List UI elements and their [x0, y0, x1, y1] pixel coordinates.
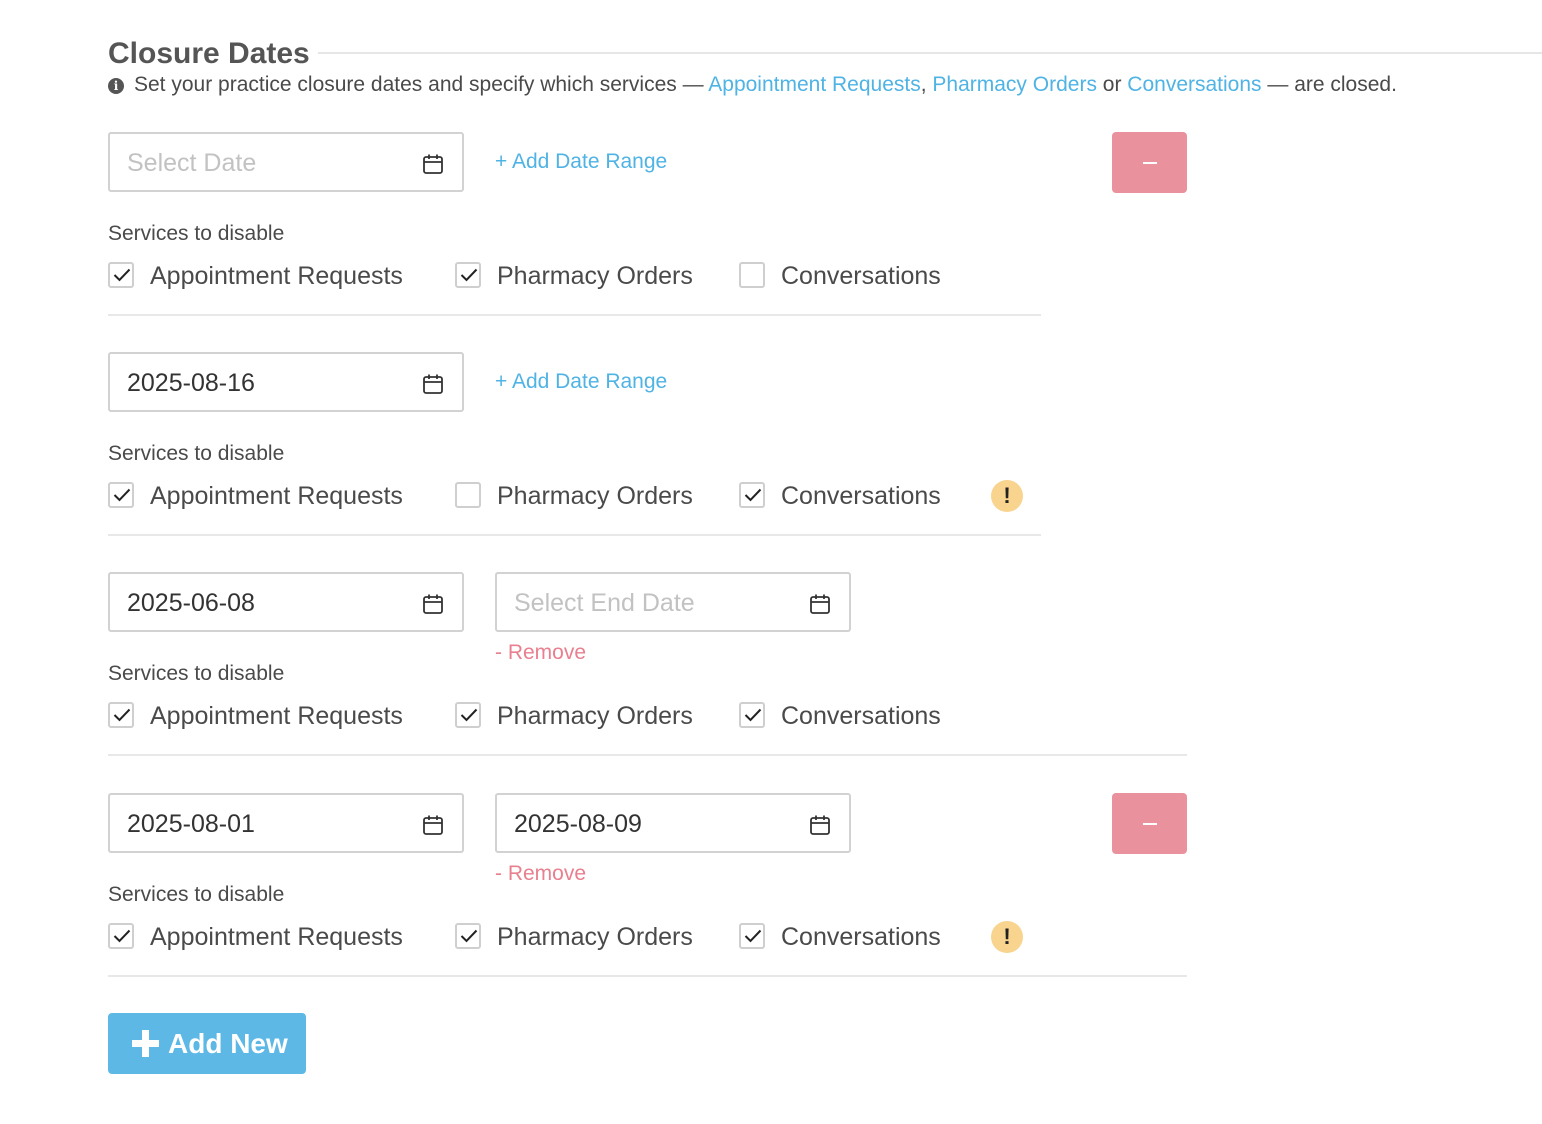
checkbox-pharmacy-orders[interactable]: [455, 702, 481, 728]
section-description: i Set your practice closure dates and spe…: [108, 70, 1397, 100]
remove-end-date-link[interactable]: - Remove: [495, 861, 586, 887]
start-date-input[interactable]: Select Date: [108, 132, 464, 192]
start-date-input[interactable]: 2025-06-08: [108, 572, 464, 632]
minus-icon: [1143, 823, 1157, 825]
checkbox-label-appointment-requests[interactable]: Appointment Requests: [150, 919, 403, 955]
calendar-icon[interactable]: [809, 593, 831, 615]
start-date-input[interactable]: 2025-08-01: [108, 793, 464, 853]
link-pharmacy-orders[interactable]: Pharmacy Orders: [932, 73, 1097, 96]
checkbox-conversations[interactable]: [739, 923, 765, 949]
remove-entry-button[interactable]: [1112, 132, 1187, 193]
warning-icon[interactable]: !: [991, 480, 1023, 512]
start-date-value: 2025-08-01: [127, 810, 255, 838]
checkbox-label-conversations[interactable]: Conversations: [781, 698, 941, 734]
remove-entry-button[interactable]: [1112, 793, 1187, 854]
calendar-icon[interactable]: [809, 814, 831, 836]
entry-divider: [108, 975, 1187, 977]
closure-entry: 2025-08-01 2025-08-09 - Remove Services to …: [108, 793, 1198, 1014]
start-date-placeholder: Select Date: [127, 149, 257, 177]
services-checkbox-row: Appointment Requests Pharmacy Orders Conve…: [108, 258, 1108, 294]
calendar-icon[interactable]: [422, 153, 444, 175]
checkbox-label-pharmacy-orders[interactable]: Pharmacy Orders: [497, 698, 693, 734]
add-date-range-link[interactable]: + Add Date Range: [495, 368, 667, 396]
entry-divider: [108, 534, 1041, 536]
checkbox-label-appointment-requests[interactable]: Appointment Requests: [150, 698, 403, 734]
start-date-value: 2025-06-08: [127, 589, 255, 617]
calendar-icon[interactable]: [422, 814, 444, 836]
section-header: Closure Dates: [108, 34, 1542, 74]
checkbox-label-appointment-requests[interactable]: Appointment Requests: [150, 258, 403, 294]
start-date-value: 2025-08-16: [127, 369, 255, 397]
minus-icon: [1143, 162, 1157, 164]
services-label: Services to disable: [108, 662, 285, 685]
checkbox-label-appointment-requests[interactable]: Appointment Requests: [150, 478, 403, 514]
checkbox-pharmacy-orders[interactable]: [455, 923, 481, 949]
closure-entry: 2025-06-08 Select End Date - Remove Service…: [108, 572, 1198, 793]
services-checkbox-row: Appointment Requests Pharmacy Orders Conve…: [108, 919, 1108, 955]
page-title: Closure Dates: [108, 37, 310, 70]
end-date-input[interactable]: 2025-08-09: [495, 793, 851, 853]
checkbox-label-conversations[interactable]: Conversations: [781, 919, 941, 955]
checkbox-pharmacy-orders[interactable]: [455, 262, 481, 288]
title-divider: [318, 52, 1542, 54]
checkbox-appointment-requests[interactable]: [108, 262, 134, 288]
services-checkbox-row: Appointment Requests Pharmacy Orders Conve…: [108, 698, 1108, 734]
info-icon: i: [108, 78, 124, 94]
link-conversations[interactable]: Conversations: [1127, 73, 1261, 96]
closure-entry: 2025-08-16 + Add Date Range Services to di…: [108, 352, 1198, 573]
checkbox-conversations[interactable]: [739, 262, 765, 288]
services-label: Services to disable: [108, 442, 285, 465]
services-label: Services to disable: [108, 222, 285, 245]
entry-divider: [108, 754, 1187, 756]
end-date-input[interactable]: Select End Date: [495, 572, 851, 632]
checkbox-appointment-requests[interactable]: [108, 482, 134, 508]
checkbox-label-pharmacy-orders[interactable]: Pharmacy Orders: [497, 919, 693, 955]
add-new-label: Add New: [168, 1028, 288, 1059]
remove-end-date-link[interactable]: - Remove: [495, 640, 586, 666]
checkbox-label-pharmacy-orders[interactable]: Pharmacy Orders: [497, 258, 693, 294]
checkbox-label-pharmacy-orders[interactable]: Pharmacy Orders: [497, 478, 693, 514]
calendar-icon[interactable]: [422, 373, 444, 395]
closure-entry: Select Date + Add Date Range Services to d…: [108, 132, 1198, 353]
checkbox-appointment-requests[interactable]: [108, 702, 134, 728]
checkbox-label-conversations[interactable]: Conversations: [781, 258, 941, 294]
calendar-icon[interactable]: [422, 593, 444, 615]
services-label: Services to disable: [108, 883, 285, 906]
start-date-input[interactable]: 2025-08-16: [108, 352, 464, 412]
end-date-value: 2025-08-09: [514, 810, 642, 838]
services-checkbox-row: Appointment Requests Pharmacy Orders Conve…: [108, 478, 1108, 514]
checkbox-pharmacy-orders[interactable]: [455, 482, 481, 508]
add-new-button[interactable]: Add New: [108, 1013, 306, 1074]
checkbox-conversations[interactable]: [739, 702, 765, 728]
plus-icon: [132, 1030, 159, 1057]
checkbox-label-conversations[interactable]: Conversations: [781, 478, 941, 514]
warning-icon[interactable]: !: [991, 921, 1023, 953]
entry-divider: [108, 314, 1041, 316]
checkbox-conversations[interactable]: [739, 482, 765, 508]
link-appointment-requests[interactable]: Appointment Requests: [708, 73, 920, 96]
end-date-placeholder: Select End Date: [514, 589, 695, 617]
add-date-range-link[interactable]: + Add Date Range: [495, 148, 667, 176]
checkbox-appointment-requests[interactable]: [108, 923, 134, 949]
